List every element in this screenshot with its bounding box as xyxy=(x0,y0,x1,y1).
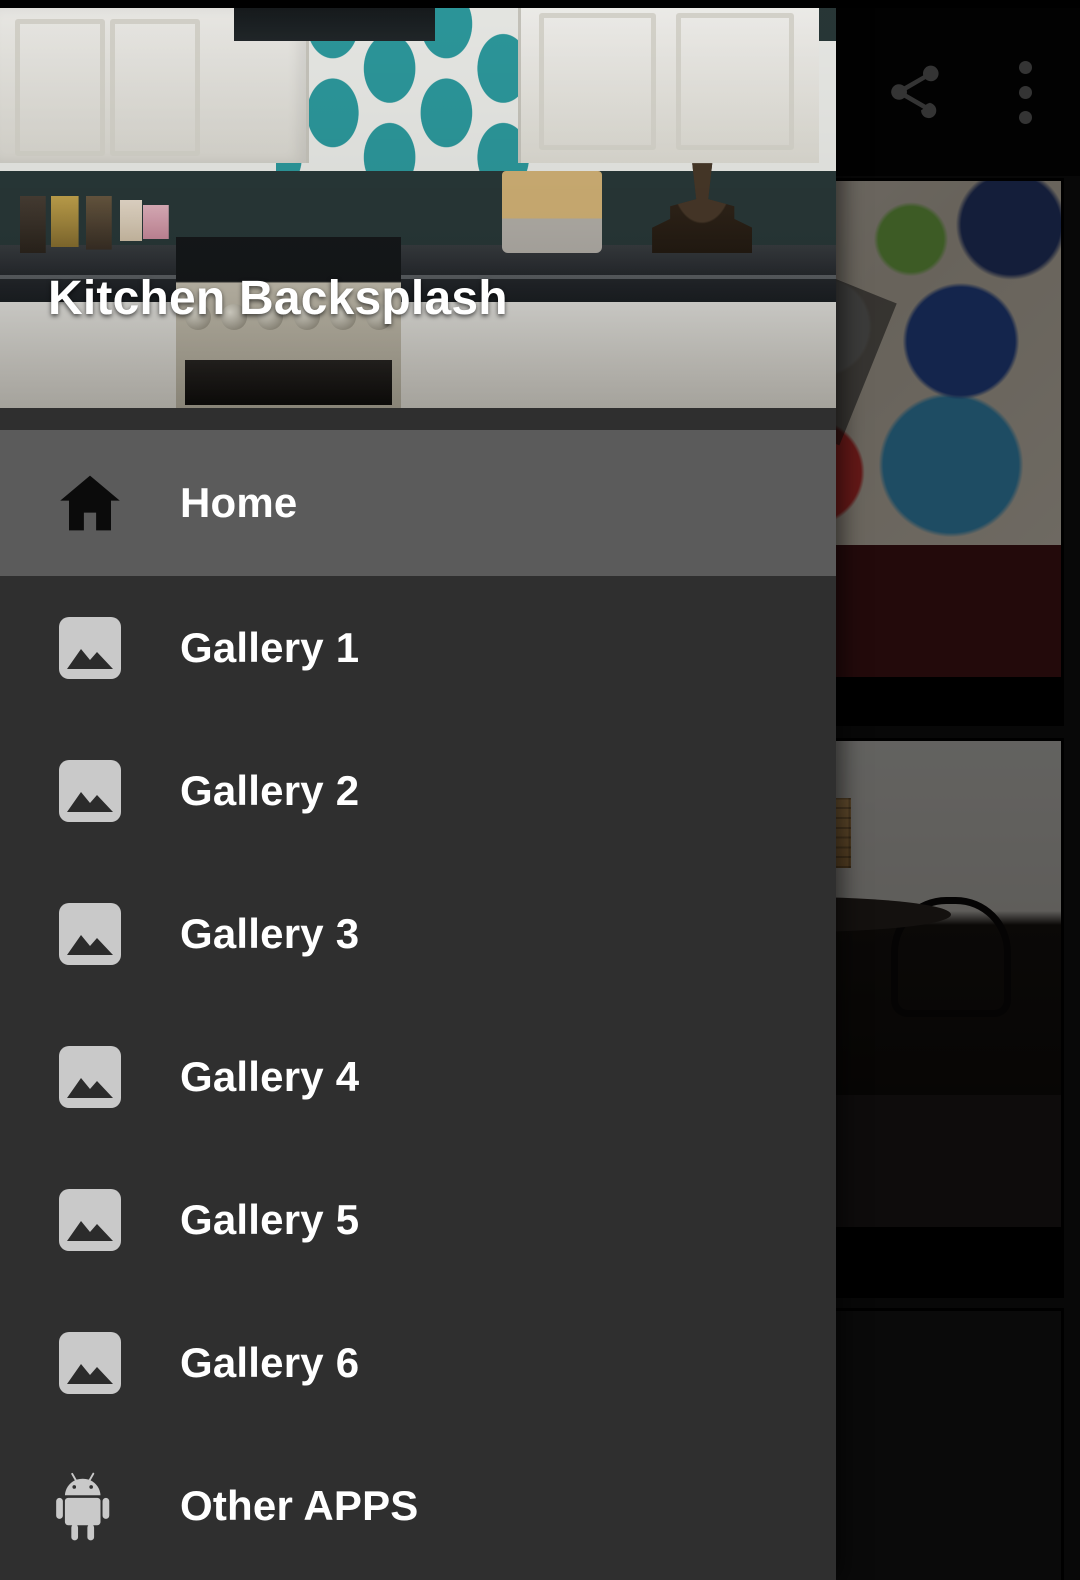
sidebar-item-label: Gallery 2 xyxy=(180,766,360,814)
app-screen: Gallery 3 Gallery 6 xyxy=(0,0,1080,1580)
status-bar xyxy=(0,0,1080,8)
sidebar-item-label: Other APPS xyxy=(180,1481,419,1529)
home-icon xyxy=(0,468,180,538)
sidebar-item-gallery-2[interactable]: Gallery 2 xyxy=(0,719,836,862)
sidebar-item-label: Gallery 1 xyxy=(180,623,360,671)
sidebar-item-gallery-5[interactable]: Gallery 5 xyxy=(0,1148,836,1291)
image-icon xyxy=(0,1188,180,1251)
sidebar-item-gallery-4[interactable]: Gallery 4 xyxy=(0,1005,836,1148)
image-icon xyxy=(0,902,180,965)
android-icon xyxy=(0,1468,180,1544)
image-icon xyxy=(0,1331,180,1394)
sidebar-item-gallery-6[interactable]: Gallery 6 xyxy=(0,1291,836,1434)
drawer-header: Kitchen Backsplash xyxy=(0,0,836,408)
sidebar-item-label: Home xyxy=(180,479,298,526)
sidebar-item-label: Gallery 4 xyxy=(180,1052,360,1100)
sidebar-item-gallery-1[interactable]: Gallery 1 xyxy=(0,576,836,719)
sidebar-item-label: Gallery 3 xyxy=(180,909,360,957)
image-icon xyxy=(0,759,180,822)
image-icon xyxy=(0,616,180,679)
drawer-header-divider xyxy=(0,408,836,430)
sidebar-item-gallery-3[interactable]: Gallery 3 xyxy=(0,862,836,1005)
sidebar-item-label: Gallery 6 xyxy=(180,1338,360,1386)
drawer-nav-list: Home Gallery 1 Gallery 2 Gallery 3 Galle… xyxy=(0,430,836,1580)
navigation-drawer: Kitchen Backsplash Home Gallery 1 Galler… xyxy=(0,0,836,1580)
drawer-header-title: Kitchen Backsplash xyxy=(48,272,508,325)
drawer-header-overlay xyxy=(0,0,836,408)
image-icon xyxy=(0,1045,180,1108)
sidebar-item-label: Gallery 5 xyxy=(180,1195,360,1243)
sidebar-item-other-apps[interactable]: Other APPS xyxy=(0,1434,836,1577)
sidebar-item-home[interactable]: Home xyxy=(0,430,836,576)
